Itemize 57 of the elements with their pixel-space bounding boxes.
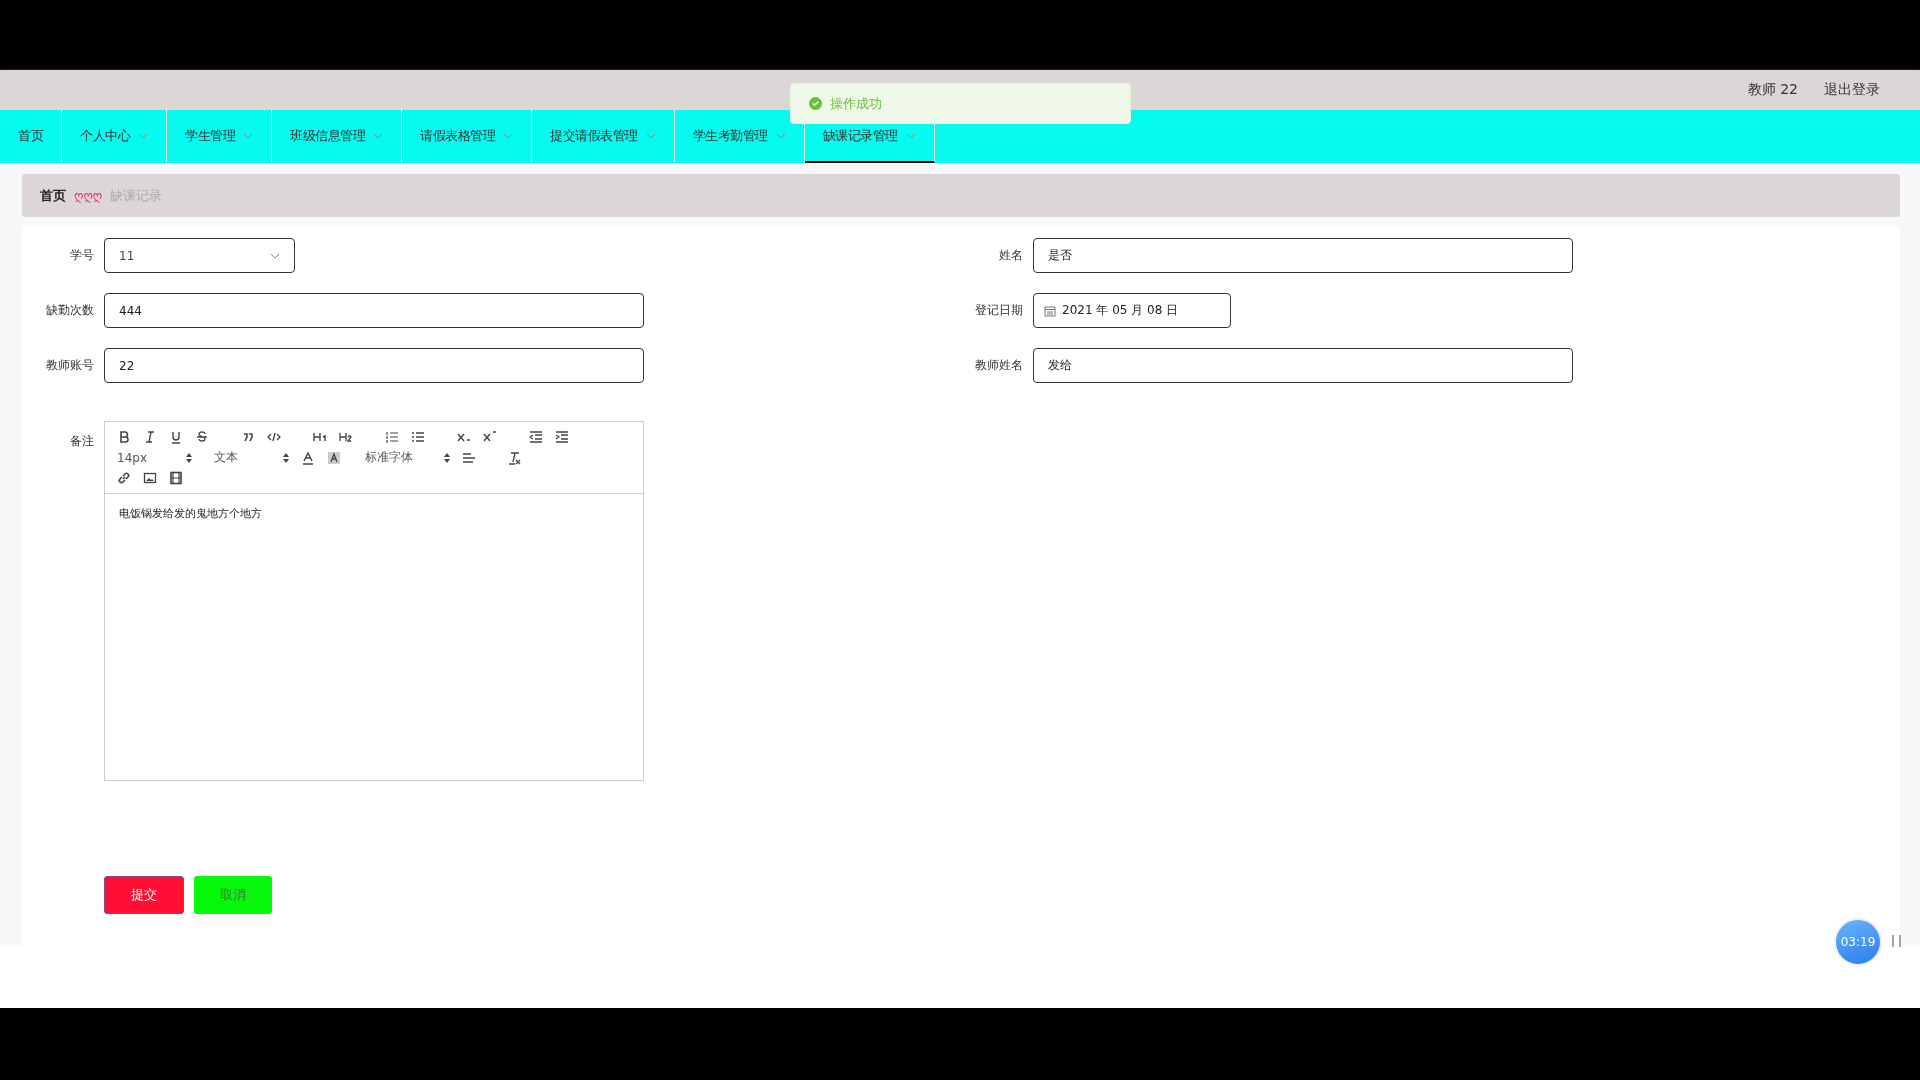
- heading-one-icon[interactable]: [313, 430, 327, 444]
- input-field[interactable]: 发给: [1033, 348, 1573, 383]
- field-label: 缺勤次数: [45, 302, 94, 319]
- image-icon[interactable]: [143, 471, 157, 485]
- nav-tab[interactable]: 个人中心: [62, 110, 167, 163]
- field-label: 学号: [69, 247, 94, 264]
- breadcrumb-separator: ღღღ: [74, 188, 103, 203]
- chevron-down-icon: [270, 252, 280, 259]
- updown-icon: [444, 452, 450, 463]
- nav-tab[interactable]: 班级信息管理: [272, 110, 402, 163]
- rich-text-editor[interactable]: 14px 文本 标准字体 电饭锅发给发的鬼地方个地方: [104, 421, 644, 781]
- editor-text: 电饭锅发给发的鬼地方个地方: [118, 506, 263, 522]
- date-field[interactable]: 2021 年 05 月 08 日: [1033, 293, 1231, 328]
- bullet-list-icon[interactable]: [411, 430, 425, 444]
- strikethrough-icon[interactable]: [195, 430, 209, 444]
- user-label: 教师 22: [1747, 81, 1798, 99]
- paragraph-picker[interactable]: 文本: [214, 449, 289, 466]
- heading-two-icon[interactable]: [339, 430, 353, 444]
- background-color-icon[interactable]: [327, 450, 341, 465]
- indent-icon[interactable]: [555, 430, 569, 444]
- link-icon[interactable]: [117, 471, 131, 485]
- logout-link[interactable]: 退出登录: [1824, 81, 1880, 99]
- check-circle-icon: [809, 97, 822, 110]
- breadcrumb-home[interactable]: 首页: [40, 186, 66, 205]
- calendar-icon: [1044, 304, 1056, 317]
- font-size-picker[interactable]: 14px: [117, 450, 192, 465]
- align-icon[interactable]: [462, 450, 476, 465]
- field-label: 教师账号: [45, 357, 94, 374]
- field-label: 姓名: [998, 247, 1023, 264]
- submit-button[interactable]: 提交: [104, 876, 184, 914]
- code-icon[interactable]: [267, 430, 281, 444]
- video-icon[interactable]: [169, 471, 183, 485]
- field-label: 登记日期: [974, 302, 1023, 319]
- ordered-list-icon[interactable]: [385, 430, 399, 444]
- underline-icon[interactable]: [169, 430, 183, 444]
- clear-format-icon[interactable]: [508, 450, 522, 465]
- toast-message: 操作成功: [830, 94, 882, 113]
- updown-icon: [186, 452, 192, 463]
- input-field[interactable]: 22: [104, 348, 644, 383]
- nav-tab[interactable]: 首页: [0, 110, 62, 163]
- field-label: 教师姓名: [974, 357, 1023, 374]
- updown-icon: [283, 452, 289, 463]
- field-label: 备注: [69, 433, 94, 450]
- font-family-picker[interactable]: 标准字体: [365, 449, 450, 466]
- nav-tab[interactable]: 提交请假表管理: [532, 110, 675, 163]
- quote-icon[interactable]: [241, 430, 255, 444]
- text-color-icon[interactable]: [301, 450, 315, 465]
- input-field[interactable]: 是否: [1033, 238, 1573, 273]
- nav-tab[interactable]: 学生管理: [167, 110, 272, 163]
- select-field[interactable]: 11: [104, 238, 295, 273]
- bold-icon[interactable]: [117, 430, 131, 444]
- outdent-icon[interactable]: [529, 430, 543, 444]
- cancel-button[interactable]: 取消: [194, 876, 272, 914]
- italic-icon[interactable]: [143, 430, 157, 444]
- nav-tab[interactable]: 请假表格管理: [402, 110, 532, 163]
- input-field[interactable]: 444: [104, 293, 644, 328]
- superscript-icon[interactable]: [483, 430, 497, 444]
